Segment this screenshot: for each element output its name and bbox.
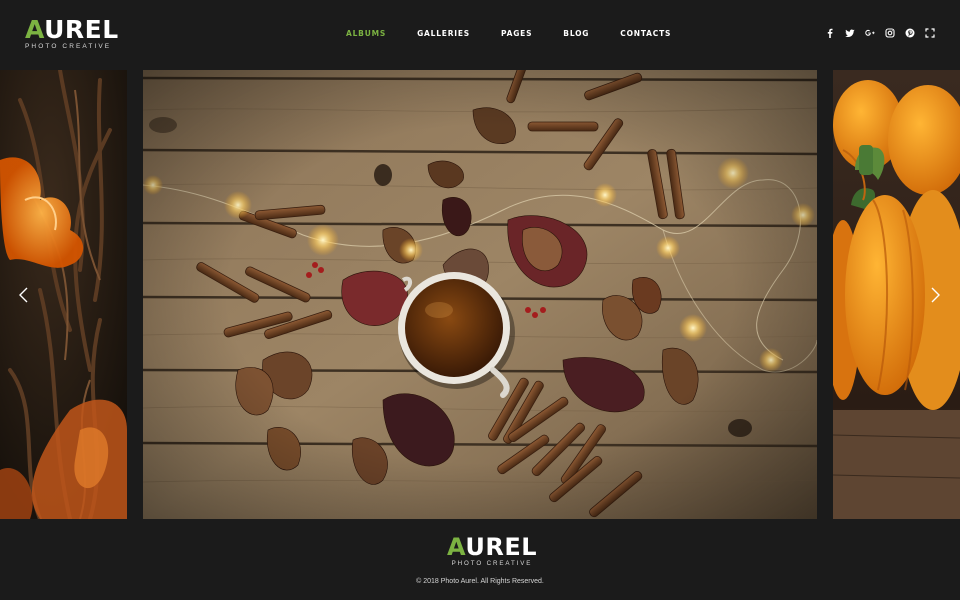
- facebook-icon[interactable]: [824, 27, 835, 38]
- footer-logo-rest-letters: UREL: [465, 533, 537, 561]
- logo-tagline: PHOTO CREATIVE: [25, 43, 112, 50]
- nav-item-blog[interactable]: BLOG: [563, 29, 589, 38]
- chevron-left-icon: [19, 287, 28, 303]
- logo-accent-letter: A: [25, 15, 45, 44]
- slider-next-button[interactable]: [928, 287, 942, 303]
- nav-item-galleries[interactable]: GALLERIES: [417, 29, 470, 38]
- instagram-icon[interactable]: [884, 27, 895, 38]
- nav-item-contacts[interactable]: CONTACTS: [620, 29, 671, 38]
- header-logo[interactable]: AUREL PHOTO CREATIVE: [25, 17, 119, 50]
- footer-logo-wordmark: AUREL: [447, 535, 537, 559]
- footer-logo-accent-letter: A: [447, 533, 466, 561]
- chevron-right-icon: [931, 287, 940, 303]
- slider-prev-button[interactable]: [17, 287, 31, 303]
- nav-item-albums[interactable]: ALBUMS: [346, 29, 386, 38]
- footer-logo[interactable]: AUREL PHOTO CREATIVE: [447, 535, 537, 567]
- copyright-text: © 2018 Photo Aurel. All Rights Reserved.: [416, 578, 544, 585]
- nav-item-pages[interactable]: PAGES: [501, 29, 532, 38]
- logo-rest-letters: UREL: [44, 15, 119, 44]
- fullscreen-icon[interactable]: [924, 27, 935, 38]
- main-nav: ALBUMS GALLERIES PAGES BLOG CONTACTS: [346, 29, 702, 38]
- google-plus-icon[interactable]: [864, 27, 875, 38]
- tea-table-photo: [143, 70, 817, 519]
- pinterest-icon[interactable]: [904, 27, 915, 38]
- twitter-icon[interactable]: [844, 27, 855, 38]
- slide-current-tea-photo[interactable]: [143, 70, 817, 519]
- social-links: [815, 27, 935, 38]
- footer-logo-tagline: PHOTO CREATIVE: [451, 560, 533, 567]
- logo-wordmark: AUREL: [25, 17, 119, 42]
